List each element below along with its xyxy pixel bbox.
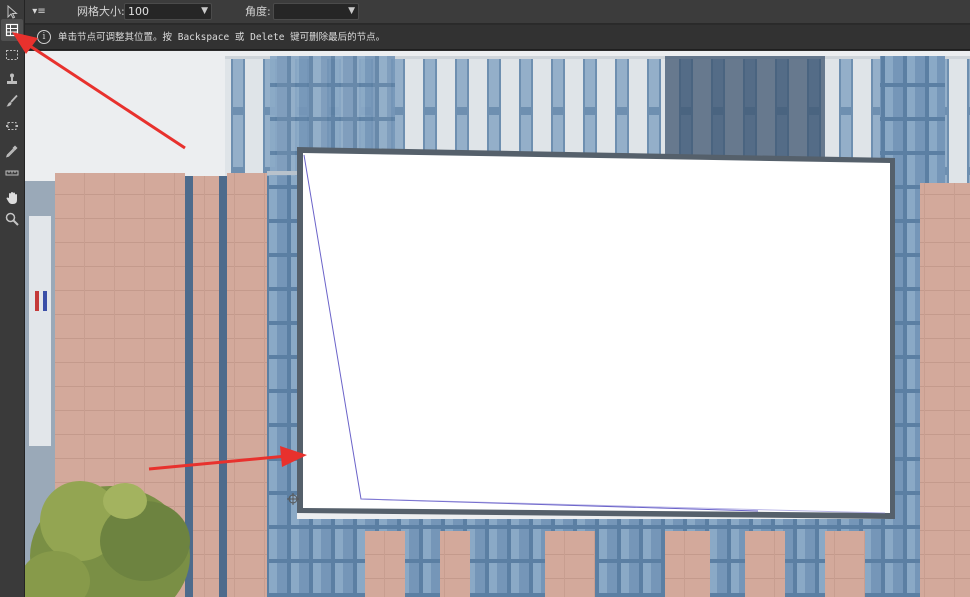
angle-select[interactable]: ▼ [273,3,359,20]
angle-label: 角度: [245,5,271,18]
hint-text: 单击节点可调整其位置。按 Backspace 或 Delete 键可删除最后的节… [58,32,386,43]
zoom-icon[interactable] [1,208,23,230]
marquee-icon[interactable] [1,44,23,66]
options-bar: ↖ ▾≡ 网格大小: 100 ▼ 角度: ▼ [0,0,970,24]
photo [25,51,970,597]
stamp-icon[interactable] [1,68,23,90]
info-icon: i [37,30,51,44]
brush-icon[interactable] [1,90,23,112]
chevron-down-icon: ▼ [201,6,208,16]
plane-menu-icon[interactable]: ▾≡ [31,4,47,20]
transform-icon[interactable] [1,115,23,137]
grid-size-select[interactable]: 100 ▼ [124,3,212,20]
grid-size-value: 100 [128,5,149,18]
measure-icon[interactable] [1,162,23,184]
perspective-crop-icon[interactable] [1,19,23,41]
grid-size-label: 网格大小: [77,5,125,18]
toolbar [0,0,25,597]
billboard [297,147,895,519]
eyedropper-icon[interactable] [1,140,23,162]
chevron-down-icon: ▼ [348,6,355,16]
hint-bar: i 单击节点可调整其位置。按 Backspace 或 Delete 键可删除最后… [0,25,970,50]
hand-icon[interactable] [1,187,23,209]
document-canvas[interactable] [25,51,970,597]
